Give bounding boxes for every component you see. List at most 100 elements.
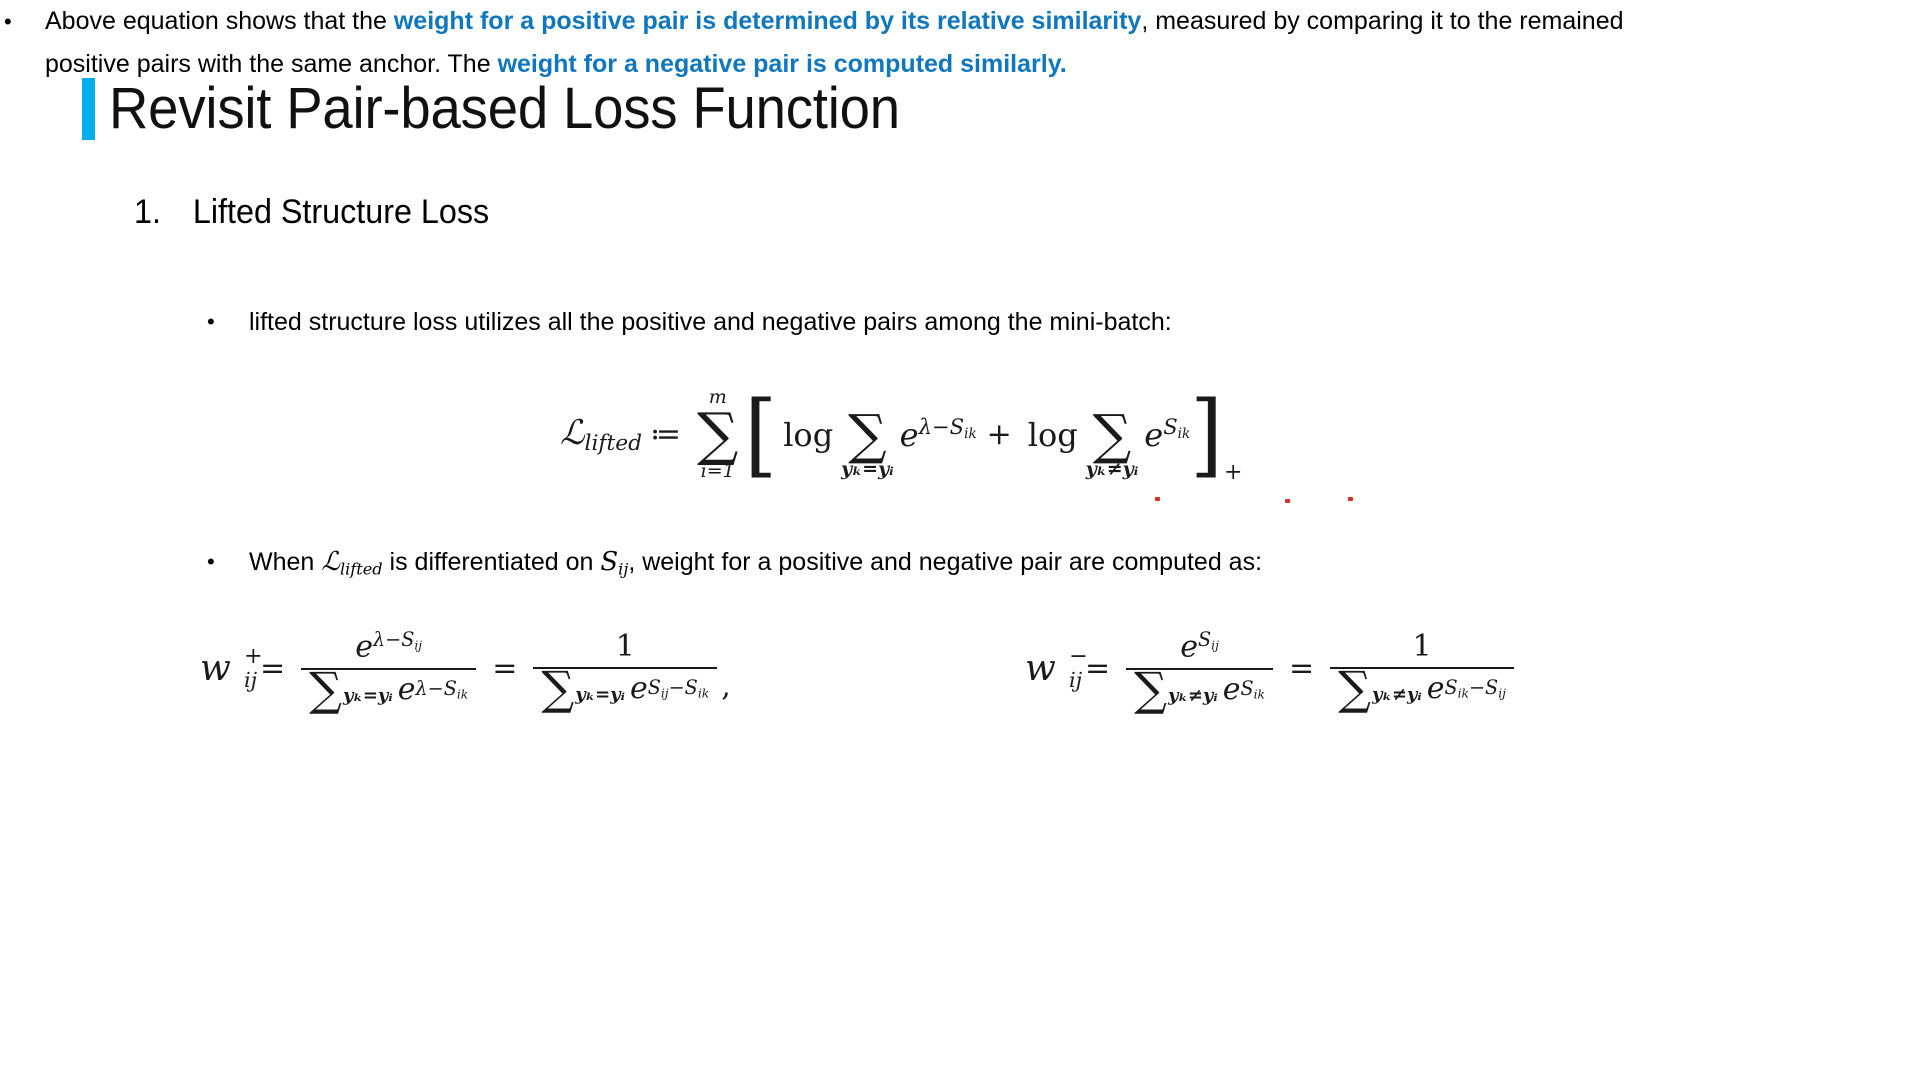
sum-lower-limit: i=1 bbox=[700, 460, 735, 483]
sum-with-limit: ∑ 𝒚ₖ=𝒚ᵢ bbox=[541, 660, 625, 715]
fraction-2-numerator: 1 bbox=[615, 628, 635, 664]
fraction-2-numerator: 1 bbox=[1412, 628, 1432, 664]
bullet-item-1: • lifted structure loss utilizes all the… bbox=[207, 305, 1172, 339]
den-power-sub1: ik bbox=[1457, 686, 1469, 701]
w-subscript: ij bbox=[243, 667, 258, 692]
bullet-3-paragraph: • Above equation shows that the weight fo… bbox=[0, 0, 1700, 86]
sigma-glyph: ∑ bbox=[697, 400, 739, 468]
equation-weights-row: w+ijij = eλ−Sij ∑𝒚ₖ=𝒚ᵢ eλ−Sik = 1 ∑𝒚ₖ=𝒚ᵢ… bbox=[0, 628, 1920, 748]
den-power-p1: S bbox=[1444, 676, 1458, 700]
inline-script-L-sub: lifted bbox=[340, 559, 383, 579]
exp-power-2-main: S bbox=[1163, 414, 1178, 440]
title-accent-bar bbox=[82, 78, 95, 140]
num-power-sub: ij bbox=[1211, 638, 1219, 653]
plus-operator: + bbox=[986, 417, 1012, 453]
sum-limit: 𝒚ₖ=𝒚ᵢ bbox=[575, 684, 625, 706]
fraction-1-positive: eλ−Sij ∑ 𝒚ₖ=𝒚ᵢ e λ−Sik bbox=[301, 628, 477, 716]
assign-operator: ≔ bbox=[650, 417, 681, 453]
num-power-sub: ij bbox=[414, 638, 423, 653]
exp-power-2-sub: ik bbox=[1177, 426, 1191, 443]
den-power-main: λ−S bbox=[415, 677, 457, 701]
num-power-main: S bbox=[1197, 628, 1212, 651]
w-symbol: w bbox=[1025, 647, 1056, 689]
sum-with-limit: ∑ 𝒚ₖ≠𝒚ᵢ bbox=[1338, 660, 1422, 715]
exp-power-1-main: λ−S bbox=[918, 414, 965, 440]
den-base: e bbox=[397, 671, 416, 707]
sum-with-limit: ∑ 𝒚ₖ=𝒚ᵢ bbox=[309, 661, 393, 716]
summation-inner-negative: ∑ 𝒚ₖ≠𝒚ᵢ bbox=[1086, 390, 1139, 479]
bullet-3-highlight-1: weight for a positive pair is determined… bbox=[393, 7, 1142, 35]
inner-sum-1-lower: 𝒚ₖ=𝒚ᵢ bbox=[841, 458, 894, 481]
bracket-close: ] bbox=[1190, 380, 1223, 487]
equals-sign-1: = bbox=[1084, 650, 1111, 686]
bullet-item-2: • When ℒlifted is differentiated on Sij,… bbox=[207, 545, 1262, 587]
den-base: e bbox=[629, 671, 648, 707]
fraction-1-numerator: eSij bbox=[1170, 628, 1229, 668]
equals-sign-2: = bbox=[492, 650, 518, 686]
exp-base-2: e bbox=[1144, 416, 1164, 455]
inline-loss-symbol: ℒlifted bbox=[321, 547, 383, 579]
bullet-2-text: When ℒlifted is differentiated on Sij, w… bbox=[249, 545, 1262, 587]
spellcheck-speck bbox=[1155, 497, 1160, 501]
exp-power-1: λ−Sik bbox=[918, 414, 977, 443]
den-power-sub: ik bbox=[1253, 687, 1265, 702]
script-L-symbol: ℒ bbox=[560, 413, 585, 453]
bullet-marker: • bbox=[207, 309, 215, 334]
sum-limit: 𝒚ₖ≠𝒚ᵢ bbox=[1371, 684, 1422, 706]
den-power: Sik−Sij bbox=[1444, 676, 1505, 700]
fraction-1-numerator: eλ−Sij bbox=[345, 628, 432, 668]
lhs-subscript: lifted bbox=[584, 431, 643, 457]
sum-limit: 𝒚ₖ=𝒚ᵢ bbox=[342, 685, 393, 707]
sum-limit: 𝒚ₖ≠𝒚ᵢ bbox=[1167, 685, 1218, 707]
sigma-glyph: ∑ bbox=[1338, 660, 1371, 715]
den-power-p2: −S bbox=[1468, 676, 1499, 700]
fraction-2-denominator: ∑ 𝒚ₖ=𝒚ᵢ e Sij−Sik bbox=[533, 660, 717, 715]
num-power: λ−Sij bbox=[373, 628, 423, 653]
sigma-glyph-inner-1: ∑ bbox=[848, 402, 887, 466]
den-power-sub2: ij bbox=[1498, 686, 1506, 701]
inline-S-sub: ij bbox=[618, 559, 629, 579]
equation-lhs: ℒlifted bbox=[560, 413, 642, 456]
w-positive-label: w+ijij bbox=[200, 643, 263, 692]
den-power: Sij−Sik bbox=[648, 676, 709, 700]
den-power: Sik bbox=[1240, 677, 1265, 701]
sigma-glyph: ∑ bbox=[309, 661, 342, 716]
exp-base-1: e bbox=[899, 416, 919, 455]
bullet-3-highlight-2: weight for a negative pair is computed s… bbox=[497, 50, 1067, 78]
inline-script-L: ℒ bbox=[321, 547, 340, 577]
sigma-glyph: ∑ bbox=[1134, 661, 1167, 716]
den-power-main: S bbox=[1240, 677, 1254, 701]
slide-canvas: Revisit Pair-based Loss Function 1. Lift… bbox=[0, 0, 1920, 1080]
w-superscript: + bbox=[243, 642, 263, 669]
bullet-3-segment-1: Above equation shows that the bbox=[45, 7, 394, 35]
sigma-glyph: ∑ bbox=[541, 660, 575, 715]
bullet-item-3: • Above equation shows that the weight fo… bbox=[0, 0, 1700, 86]
summation-outer: m ∑ i=1 bbox=[697, 388, 738, 481]
fraction-1-denominator: ∑ 𝒚ₖ≠𝒚ᵢ e Sik bbox=[1126, 661, 1273, 716]
bullet-marker: • bbox=[4, 9, 12, 34]
section-heading: 1. Lifted Structure Loss bbox=[134, 192, 489, 232]
exp-power-1-sub: ik bbox=[964, 426, 977, 443]
equals-sign-1: = bbox=[259, 650, 286, 686]
den-base: e bbox=[1222, 671, 1241, 707]
bracket-plus-subscript: + bbox=[1223, 460, 1243, 486]
w-negative-label: w−ijij bbox=[1025, 643, 1088, 692]
sigma-glyph-inner-2: ∑ bbox=[1092, 402, 1132, 466]
bullet-1-text: lifted structure loss utilizes all the p… bbox=[249, 308, 1172, 336]
den-base: e bbox=[1426, 671, 1445, 707]
equals-sign-2: = bbox=[1288, 650, 1315, 686]
fraction-1-negative: eSij ∑ 𝒚ₖ≠𝒚ᵢ e Sik bbox=[1126, 628, 1273, 716]
bullet-2-part2: is differentiated on bbox=[389, 548, 594, 576]
sum-with-limit: ∑ 𝒚ₖ≠𝒚ᵢ bbox=[1134, 661, 1218, 716]
log-operator-1: log bbox=[783, 415, 834, 454]
spellcheck-speck bbox=[1348, 497, 1353, 501]
den-power-sub2: ik bbox=[697, 686, 710, 701]
num-power: Sij bbox=[1197, 628, 1219, 653]
w-symbol: w bbox=[200, 647, 231, 689]
bracket-open: [ bbox=[744, 380, 778, 487]
inner-sum-2-lower: 𝒚ₖ≠𝒚ᵢ bbox=[1085, 458, 1139, 481]
equation-lifted-structure-loss: ℒlifted ≔ m ∑ i=1 [ log ∑ 𝒚ₖ=𝒚ᵢ eλ−Sik +… bbox=[560, 380, 1242, 487]
exp-term-2: eSik bbox=[1144, 414, 1190, 454]
bullet-2-part3: , weight for a positive and negative pai… bbox=[628, 548, 1263, 576]
den-power: λ−Sik bbox=[415, 677, 468, 701]
